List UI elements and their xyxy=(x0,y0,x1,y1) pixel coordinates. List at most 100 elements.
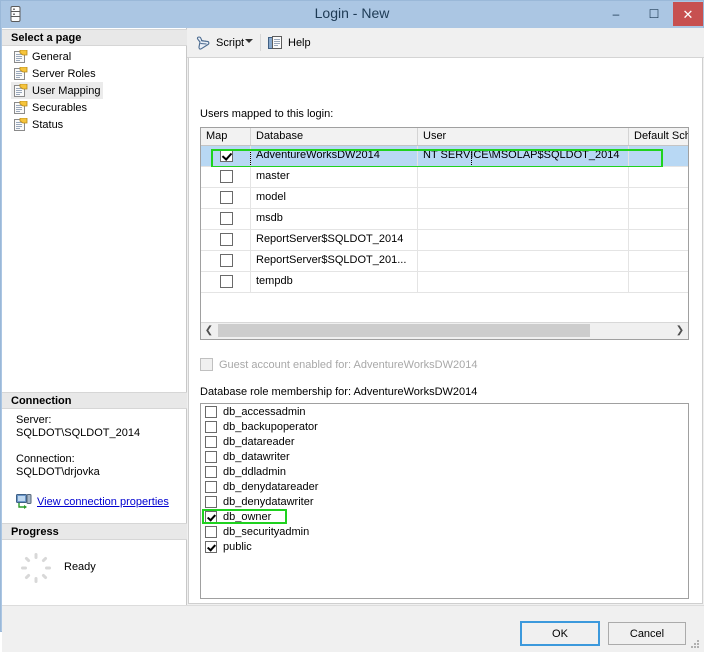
table-row[interactable]: tempdb xyxy=(201,272,688,293)
maximize-button[interactable]: ☐ xyxy=(635,2,673,26)
grid-cell-database[interactable]: AdventureWorksDW2014 xyxy=(251,146,418,166)
role-checkbox[interactable] xyxy=(205,420,217,433)
user-mapping-grid[interactable]: Map Database User Default Sch AdventureW… xyxy=(200,127,689,340)
role-checkbox[interactable] xyxy=(205,495,217,508)
grid-cell-database[interactable]: msdb xyxy=(251,209,418,229)
sidebar: Select a page General Server Roles User … xyxy=(2,28,187,605)
sidebar-item-user-mapping[interactable]: User Mapping xyxy=(11,82,104,99)
table-row[interactable]: msdb xyxy=(201,209,688,230)
grid-cell-database[interactable]: master xyxy=(251,167,418,187)
list-item[interactable]: db_denydatareader xyxy=(201,479,688,494)
grid-cell-user[interactable] xyxy=(418,188,629,208)
grid-cell-user[interactable] xyxy=(418,272,629,292)
grid-cell-map[interactable] xyxy=(201,188,251,208)
sidebar-item-general[interactable]: General xyxy=(11,48,74,65)
map-checkbox[interactable] xyxy=(220,191,233,204)
grid-cell-user[interactable] xyxy=(418,251,629,271)
grid-cell-database[interactable]: ReportServer$SQLDOT_2014 xyxy=(251,230,418,250)
cancel-button[interactable]: Cancel xyxy=(608,622,686,645)
grid-cell-database[interactable]: model xyxy=(251,188,418,208)
list-item[interactable]: db_accessadmin xyxy=(201,404,688,419)
view-connection-properties-row[interactable]: View connection properties xyxy=(16,494,169,509)
sidebar-item-label: Status xyxy=(32,118,64,131)
close-button[interactable]: ✕ xyxy=(673,2,703,26)
table-row[interactable]: master xyxy=(201,167,688,188)
column-header-database[interactable]: Database xyxy=(251,128,418,145)
sidebar-item-label: General xyxy=(32,50,72,63)
script-button[interactable]: Script xyxy=(193,32,247,53)
grid-cell-map[interactable] xyxy=(201,251,251,271)
sidebar-item-securables[interactable]: Securables xyxy=(11,99,90,116)
grid-cell-user[interactable]: NT SERVICE\MSOLAP$SQLDOT_2014 xyxy=(418,146,629,166)
list-item[interactable]: db_owner xyxy=(201,509,688,524)
grid-cell-user[interactable] xyxy=(418,230,629,250)
column-header-user[interactable]: User xyxy=(418,128,629,145)
grid-cell-database[interactable]: tempdb xyxy=(251,272,418,292)
grid-cell-map[interactable] xyxy=(201,230,251,250)
column-header-default-schema[interactable]: Default Sch xyxy=(629,128,688,145)
grid-cell-user[interactable] xyxy=(418,167,629,187)
connection-label: Connection: xyxy=(16,453,75,465)
grid-cell-default-schema[interactable] xyxy=(629,188,688,208)
grid-body: AdventureWorksDW2014 NT SERVICE\MSOLAP$S… xyxy=(201,146,688,293)
role-checkbox[interactable] xyxy=(205,435,217,448)
toolbar: Script Help xyxy=(187,28,704,58)
role-checkbox[interactable] xyxy=(205,450,217,463)
grid-cell-map[interactable] xyxy=(201,167,251,187)
grid-cell-map[interactable] xyxy=(201,272,251,292)
table-row[interactable]: model xyxy=(201,188,688,209)
grid-cell-default-schema[interactable] xyxy=(629,146,688,166)
grid-cell-database[interactable]: ReportServer$SQLDOT_201... xyxy=(251,251,418,271)
progress-spinner-icon xyxy=(20,552,52,584)
grid-cell-map[interactable] xyxy=(201,209,251,229)
minimize-button[interactable]: – xyxy=(597,2,635,26)
list-item[interactable]: db_ddladmin xyxy=(201,464,688,479)
grid-cell-default-schema[interactable] xyxy=(629,251,688,271)
grid-cell-default-schema[interactable] xyxy=(629,209,688,229)
map-checkbox[interactable] xyxy=(220,254,233,267)
role-label: db_backupoperator xyxy=(223,420,318,433)
user-mapping-page: Users mapped to this login: Map Database… xyxy=(188,58,703,604)
sidebar-item-server-roles[interactable]: Server Roles xyxy=(11,65,99,82)
table-row[interactable]: AdventureWorksDW2014 NT SERVICE\MSOLAP$S… xyxy=(201,146,688,168)
map-checkbox[interactable] xyxy=(220,233,233,246)
list-item[interactable]: public xyxy=(201,539,688,554)
list-item[interactable]: db_securityadmin xyxy=(201,524,688,539)
map-checkbox[interactable] xyxy=(220,149,233,162)
table-row[interactable]: ReportServer$SQLDOT_201... xyxy=(201,251,688,272)
chevron-left-icon[interactable]: ❮ xyxy=(201,323,217,338)
role-checkbox[interactable] xyxy=(205,480,217,493)
database-role-membership-list[interactable]: db_accessadmin db_backupoperator db_data… xyxy=(200,403,689,599)
role-checkbox[interactable] xyxy=(205,525,217,538)
role-checkbox[interactable] xyxy=(205,540,217,553)
help-button[interactable]: Help xyxy=(265,32,314,53)
list-item[interactable]: db_backupoperator xyxy=(201,419,688,434)
maximize-icon: ☐ xyxy=(648,7,660,21)
sidebar-item-status[interactable]: Status xyxy=(11,116,66,133)
list-item[interactable]: db_datareader xyxy=(201,434,688,449)
table-row[interactable]: ReportServer$SQLDOT_2014 xyxy=(201,230,688,251)
list-item[interactable]: db_denydatawriter xyxy=(201,494,688,509)
minimize-icon: – xyxy=(612,7,620,21)
role-checkbox[interactable] xyxy=(205,405,217,418)
grid-cell-default-schema[interactable] xyxy=(629,167,688,187)
scrollbar-thumb[interactable] xyxy=(218,324,590,337)
map-checkbox[interactable] xyxy=(220,275,233,288)
resize-grip[interactable] xyxy=(690,639,700,649)
list-item[interactable]: db_datawriter xyxy=(201,449,688,464)
map-checkbox[interactable] xyxy=(220,212,233,225)
grid-cell-map[interactable] xyxy=(201,146,251,166)
sidebar-item-label: Securables xyxy=(32,101,88,114)
grid-horizontal-scrollbar[interactable]: ❮ ❯ xyxy=(201,322,688,339)
role-checkbox[interactable] xyxy=(205,510,217,523)
ok-button[interactable]: OK xyxy=(520,621,600,646)
grid-cell-default-schema[interactable] xyxy=(629,230,688,250)
view-connection-properties-link[interactable]: View connection properties xyxy=(37,496,169,508)
role-checkbox[interactable] xyxy=(205,465,217,478)
column-header-map[interactable]: Map xyxy=(201,128,251,145)
chevron-right-icon[interactable]: ❯ xyxy=(672,323,688,338)
grid-cell-default-schema[interactable] xyxy=(629,272,688,292)
grid-cell-user[interactable] xyxy=(418,209,629,229)
map-checkbox[interactable] xyxy=(220,170,233,183)
chevron-down-icon[interactable] xyxy=(245,39,253,43)
